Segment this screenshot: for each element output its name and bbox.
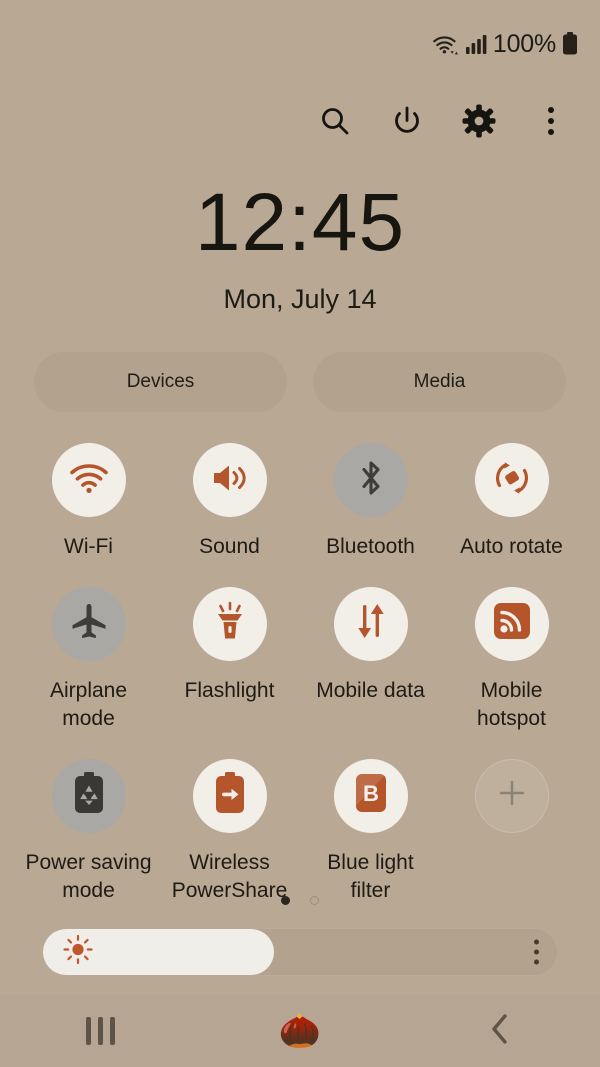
bluetooth-icon: [356, 458, 386, 503]
page-indicator: [0, 896, 600, 905]
battery-percent-text: 100%: [492, 29, 556, 58]
tile-bluetooth[interactable]: Bluetooth: [300, 443, 441, 561]
wifi-with-transfer-icon: [431, 32, 459, 56]
recents-icon: [85, 1017, 115, 1045]
brightness-slider[interactable]: [42, 928, 558, 976]
tile-icon-container: B: [333, 758, 408, 833]
tile-auto-rotate[interactable]: Auto rotate: [441, 443, 582, 561]
tile-icon-container: [192, 443, 267, 517]
brightness-options-icon[interactable]: [534, 939, 539, 965]
tile-flashlight[interactable]: Flashlight: [159, 586, 300, 733]
chip-row: Devices Media: [34, 352, 566, 412]
tile-label: Mobile data: [316, 678, 425, 702]
blue-light-filter-icon: B: [354, 773, 388, 818]
tile-blue-light-filter[interactable]: B Blue light filter: [300, 758, 441, 905]
tile-icon-container: [474, 758, 549, 833]
quick-setting-tiles: Wi-Fi Sound Bluetooth Auto rotate Airpla…: [18, 443, 582, 905]
action-icon-row: [0, 90, 600, 152]
acorn-home-icon: 🌰: [278, 1012, 322, 1050]
tile-label: Airplane mode: [49, 678, 128, 730]
tile-label: Bluetooth: [326, 535, 415, 558]
brightness-sun-icon: [63, 934, 93, 970]
page-dot-inactive[interactable]: [310, 896, 319, 905]
devices-chip[interactable]: Devices: [34, 352, 287, 412]
auto-rotate-icon: [492, 458, 532, 503]
tile-label: Mobile hotspot: [477, 678, 546, 730]
tile-icon-container: [474, 586, 549, 661]
overflow-menu-icon[interactable]: [532, 102, 570, 140]
tile-label: Flashlight: [184, 678, 275, 702]
mobile-hotspot-icon: [493, 602, 531, 645]
tile-icon-container: [192, 758, 267, 833]
tile-mobile-data[interactable]: Mobile data: [300, 586, 441, 733]
home-button[interactable]: 🌰: [260, 1001, 340, 1061]
clock-date: Mon, July 14: [223, 284, 377, 314]
quick-settings-panel: 100% 12:45 Mon, July 14 Devices Media Wi…: [0, 0, 600, 1067]
tile-icon-container: [333, 443, 408, 517]
tile-sound[interactable]: Sound: [159, 443, 300, 561]
power-saving-battery-icon: [73, 772, 105, 819]
tile-power-saving-mode[interactable]: Power saving mode: [18, 758, 159, 905]
back-chevron-icon: [487, 1012, 513, 1051]
tile-row-1: Wi-Fi Sound Bluetooth Auto rotate: [18, 443, 582, 561]
wireless-powershare-icon: [214, 772, 246, 819]
cellular-signal-icon: [465, 33, 487, 55]
tile-icon-container: [474, 443, 549, 517]
clock-widget[interactable]: 12:45 Mon, July 14: [0, 182, 600, 315]
tile-mobile-hotspot[interactable]: Mobile hotspot: [441, 586, 582, 733]
page-dot-active[interactable]: [281, 896, 290, 905]
tile-label: Sound: [199, 535, 260, 558]
tile-wireless-powershare[interactable]: Wireless PowerShare: [159, 758, 300, 905]
power-icon[interactable]: [388, 102, 426, 140]
add-tile-icon: [495, 776, 529, 815]
tile-add-button[interactable]: [441, 758, 582, 905]
settings-gear-icon[interactable]: [460, 102, 498, 140]
mobile-data-arrows-icon: [351, 601, 391, 646]
airplane-icon: [69, 601, 109, 646]
sound-speaker-icon: [210, 460, 250, 501]
tile-row-3: Power saving mode Wireless PowerShare B …: [18, 758, 582, 905]
tile-icon-container: [51, 443, 126, 517]
battery-full-icon: [562, 32, 578, 56]
clock-time: 12:45: [194, 177, 406, 268]
tile-wifi[interactable]: Wi-Fi: [18, 443, 159, 561]
back-button[interactable]: [460, 1001, 540, 1061]
tile-icon-container: [51, 586, 126, 661]
flashlight-icon: [212, 601, 248, 646]
status-bar: 100%: [0, 0, 600, 88]
wifi-icon: [69, 461, 109, 500]
brightness-slider-container: [42, 928, 558, 976]
tile-airplane-mode[interactable]: Airplane mode: [18, 586, 159, 733]
recents-button[interactable]: [60, 1001, 140, 1061]
tile-label: Auto rotate: [460, 535, 563, 558]
tile-icon-container: [192, 586, 267, 661]
search-icon[interactable]: [316, 102, 354, 140]
tile-icon-container: [333, 586, 408, 661]
navigation-bar: 🌰: [0, 995, 600, 1067]
media-chip[interactable]: Media: [313, 352, 566, 412]
tile-row-2: Airplane mode Flashlight Mobile data Mob…: [18, 586, 582, 733]
svg-text:B: B: [363, 781, 379, 806]
tile-icon-container: [51, 758, 126, 833]
tile-label: Wi-Fi: [64, 535, 113, 558]
